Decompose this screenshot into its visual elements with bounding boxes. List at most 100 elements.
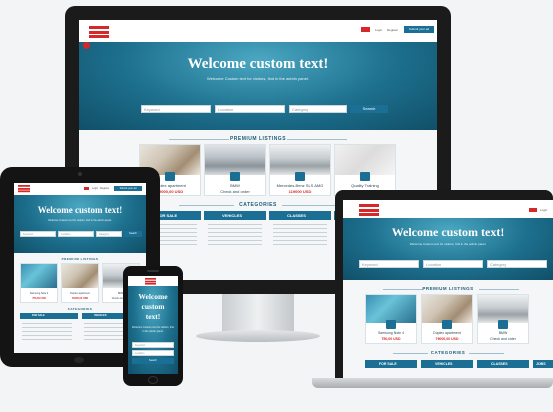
phone-icon xyxy=(386,320,396,329)
listing-image xyxy=(270,145,330,175)
listing-image xyxy=(205,145,265,175)
tablet-hero: Welcome custom text! Welcome Custom text… xyxy=(14,195,146,253)
listing-price: 750,00 USD xyxy=(381,337,401,341)
category-list xyxy=(208,224,262,248)
listing-card[interactable]: Duplex apartment 79000,00 USD xyxy=(421,294,473,344)
categories-title: CATEGORIES xyxy=(430,350,466,355)
keyword-input[interactable]: Keyword xyxy=(20,231,56,237)
nav-menu-button[interactable] xyxy=(361,27,370,32)
listing-image xyxy=(21,264,57,288)
phone-hero: Welcome custom text! Welcome Custom text… xyxy=(128,286,178,374)
listing-image xyxy=(366,295,416,323)
laptop-device: Login Welcome custom text! Welcome Custo… xyxy=(335,190,553,380)
listing-card[interactable]: Samsung Note 4 750,00 USD xyxy=(365,294,417,344)
listing-price: 119000 USD xyxy=(288,189,312,194)
site-logo-icon[interactable] xyxy=(145,278,156,285)
submit-ad-button[interactable]: Submit your ad xyxy=(114,186,142,191)
nav-menu-button[interactable] xyxy=(84,187,89,190)
submit-ad-button[interactable]: Submit your ad xyxy=(404,26,434,33)
category-select[interactable]: Category xyxy=(289,105,347,113)
listing-image xyxy=(422,295,472,323)
listing-price: 79000,00 USD xyxy=(435,337,459,341)
listing-card[interactable]: Duplex apartment 79000,00 USD xyxy=(61,263,99,303)
listing-title: Duplex apartment xyxy=(70,292,90,295)
premium-title: PREMIUM LISTINGS xyxy=(61,257,99,261)
listing-card[interactable]: BMW Check and order xyxy=(204,144,266,196)
category-bar-for-sale[interactable]: FOR SALE xyxy=(20,313,78,319)
car-icon xyxy=(295,172,305,181)
listing-title: Samsung Note 4 xyxy=(29,292,49,295)
listing-image xyxy=(62,264,98,288)
laptop-screen: Login Welcome custom text! Welcome Custo… xyxy=(343,200,553,380)
desktop-header: Login Register Submit your ad xyxy=(79,20,437,42)
listing-title: Duplex apartment xyxy=(433,331,461,335)
keyword-input[interactable]: Keyword xyxy=(132,342,174,348)
site-logo-icon[interactable] xyxy=(89,26,109,38)
category-bar-vehicles[interactable]: VEHICLES xyxy=(421,360,473,368)
site-logo-icon[interactable] xyxy=(18,185,30,193)
listing-image xyxy=(335,145,395,175)
listing-title: Quality Training xyxy=(351,183,379,188)
nav-login-link[interactable]: Login xyxy=(375,28,382,32)
hero-title: Welcome custom text! xyxy=(37,205,123,215)
premium-rule-right xyxy=(287,139,347,140)
category-bar-for-sale[interactable]: FOR SALE xyxy=(365,360,417,368)
nav-register-link[interactable]: Register xyxy=(387,28,398,32)
listing-card[interactable]: Mercedes-Benz SLS AMG 119000 USD xyxy=(269,144,331,196)
category-bar-jobs[interactable]: JOBS xyxy=(533,360,553,368)
tablet-header: Login Register Submit your ad xyxy=(14,183,146,195)
category-list xyxy=(273,224,327,248)
car-icon xyxy=(498,320,508,329)
laptop-header: Login xyxy=(343,200,553,218)
keyword-input[interactable]: Keyword xyxy=(141,105,211,113)
listing-card[interactable]: Quality Training 900,00 USD xyxy=(334,144,396,196)
listing-price: Check and order xyxy=(490,337,516,341)
categories-rule-right xyxy=(282,205,337,206)
user-icon xyxy=(360,172,370,181)
listing-price: 79000,00 USD xyxy=(71,297,89,300)
location-select[interactable]: Location xyxy=(58,231,94,237)
category-bar-classes[interactable]: CLASSES xyxy=(269,211,331,220)
category-bar-vehicles[interactable]: VEHICLES xyxy=(204,211,266,220)
phone-device: Welcome custom text! Welcome Custom text… xyxy=(123,266,183,386)
site-logo-icon[interactable] xyxy=(359,204,379,216)
phone-screen: Welcome custom text! Welcome Custom text… xyxy=(128,276,178,374)
tablet-camera-icon xyxy=(78,172,82,176)
search-button[interactable]: Search xyxy=(132,358,174,364)
nav-register-link[interactable]: Register xyxy=(100,187,109,190)
location-select[interactable]: Location xyxy=(423,260,483,268)
desktop-hero: Welcome custom text! Welcome Custom text… xyxy=(79,42,437,130)
keyword-input[interactable]: Keyword xyxy=(359,260,419,268)
listing-title: BMW xyxy=(498,331,508,335)
tablet-home-button[interactable] xyxy=(74,357,84,363)
category-select[interactable]: Category xyxy=(487,260,547,268)
category-list xyxy=(22,323,72,343)
listing-card[interactable]: Samsung Note 4 750,00 USD xyxy=(20,263,58,303)
hero-subtitle: Welcome Custom text for visitors, find i… xyxy=(132,326,174,333)
premium-rule-right xyxy=(479,289,519,290)
hero-title-line: custom xyxy=(141,302,165,311)
location-select[interactable]: Location xyxy=(215,105,285,113)
listing-card[interactable]: BMW Check and order xyxy=(477,294,529,344)
search-button[interactable]: Search xyxy=(350,105,388,113)
car-icon xyxy=(230,172,240,181)
category-bar-classes[interactable]: CLASSES xyxy=(477,360,529,368)
category-select[interactable]: Category xyxy=(96,231,122,237)
hero-subtitle: Welcome Custom text for visitors, find i… xyxy=(409,242,487,246)
home-icon xyxy=(442,320,452,329)
location-select[interactable]: Location xyxy=(132,350,174,356)
listing-image xyxy=(478,295,528,323)
listing-title: Samsung Note 4 xyxy=(377,331,405,335)
listing-title: Mercedes-Benz SLS AMG xyxy=(276,183,324,188)
hero-title: Welcome custom text! xyxy=(128,292,178,322)
search-button[interactable]: Search xyxy=(124,231,142,237)
nav-menu-button[interactable] xyxy=(529,208,537,212)
hero-title-line: Welcome xyxy=(138,292,168,301)
hero-subtitle: Welcome Custom text for visitors, find i… xyxy=(207,76,309,81)
laptop-base xyxy=(312,378,553,388)
monitor-base xyxy=(196,330,320,342)
nav-login-link[interactable]: Login xyxy=(540,208,547,212)
phone-home-button[interactable] xyxy=(148,376,158,384)
hero-title-line: text! xyxy=(145,312,161,321)
nav-login-link[interactable]: Login xyxy=(92,187,98,190)
